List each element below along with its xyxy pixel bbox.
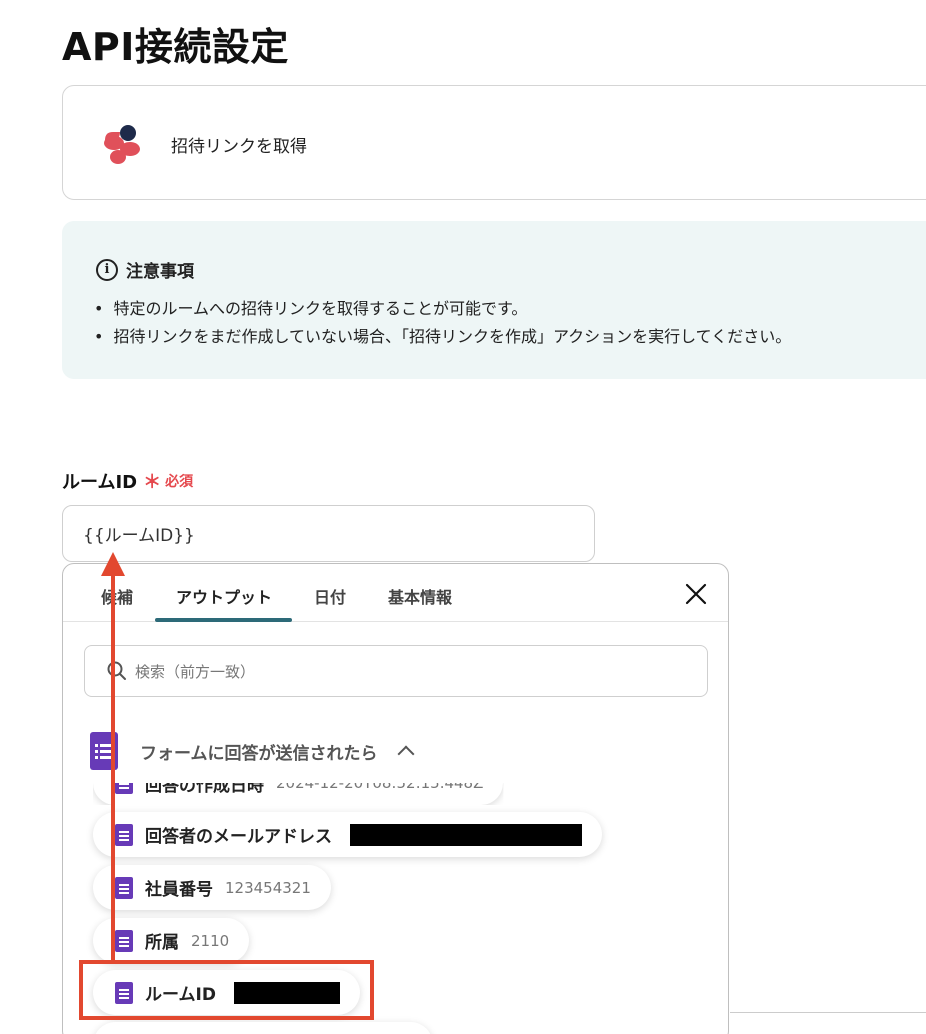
tab-candidates[interactable]: 候補	[101, 584, 133, 608]
active-tab-indicator	[155, 618, 292, 622]
section-title: フォームに回答が送信されたら	[140, 743, 378, 764]
section-header[interactable]: フォームに回答が送信されたら	[90, 732, 414, 770]
form-item-icon	[115, 929, 133, 952]
output-item-employee-number[interactable]: 社員番号 123454321	[93, 865, 331, 910]
form-item-icon	[115, 876, 133, 899]
output-item-email[interactable]: 回答者のメールアドレス	[93, 812, 602, 857]
annotation-arrow	[111, 572, 115, 962]
action-card: 招待リンクを取得	[62, 85, 926, 200]
item-name: 回答の作成日時	[145, 775, 264, 796]
required-star: ＊	[143, 472, 162, 493]
notice-header: i 注意事項	[96, 257, 194, 282]
action-label: 招待リンクを取得	[171, 137, 307, 157]
close-icon[interactable]	[684, 582, 708, 606]
app-logo-icon	[104, 125, 140, 164]
item-name: 社員番号	[145, 880, 213, 900]
chevron-up-icon[interactable]	[397, 745, 414, 763]
search-input[interactable]: 検索（前方一致）	[84, 645, 708, 697]
search-placeholder: 検索（前方一致）	[135, 662, 256, 681]
required-text: 必須	[165, 474, 194, 490]
room-id-label: ルームID ＊ 必須	[62, 468, 193, 494]
notice-title: 注意事項	[126, 262, 194, 282]
form-item-icon	[115, 823, 133, 846]
field-label-text: ルームID	[62, 472, 138, 493]
output-item-next[interactable]	[93, 1022, 433, 1034]
notice-item: 特定のルームへの招待リンクを取得することが可能です。	[94, 295, 791, 323]
item-value: 123454321	[225, 878, 311, 897]
page-title: API接続設定	[62, 25, 289, 69]
room-id-input[interactable]: {{ルームID}}	[62, 505, 595, 562]
item-name: 回答者のメールアドレス	[145, 827, 332, 847]
tab-output[interactable]: アウトプット	[176, 584, 272, 608]
search-icon	[107, 661, 126, 680]
redacted-value	[350, 823, 582, 846]
item-name: 所属	[145, 933, 179, 953]
tab-date[interactable]: 日付	[314, 584, 346, 608]
notice-list: 特定のルームへの招待リンクを取得することが可能です。 招待リンクをまだ作成してい…	[94, 295, 791, 351]
output-item-department[interactable]: 所属 2110	[93, 918, 250, 963]
notice-box: i 注意事項 特定のルームへの招待リンクを取得することが可能です。 招待リンクを…	[62, 221, 926, 379]
divider	[730, 1012, 926, 1013]
picker-tabs: 候補 アウトプット 日付 基本情報	[63, 564, 728, 622]
info-icon: i	[96, 258, 118, 281]
item-value: 2110	[191, 931, 230, 950]
form-item-icon	[115, 783, 133, 794]
tab-basic-info[interactable]: 基本情報	[388, 584, 452, 608]
notice-item: 招待リンクをまだ作成していない場合、「招待リンクを作成」アクションを実行してくだ…	[94, 323, 791, 351]
annotation-highlight	[79, 960, 374, 1020]
annotation-arrow-head	[101, 552, 125, 576]
item-value: 2024-12-20T08:52:15.448Z	[276, 774, 484, 792]
